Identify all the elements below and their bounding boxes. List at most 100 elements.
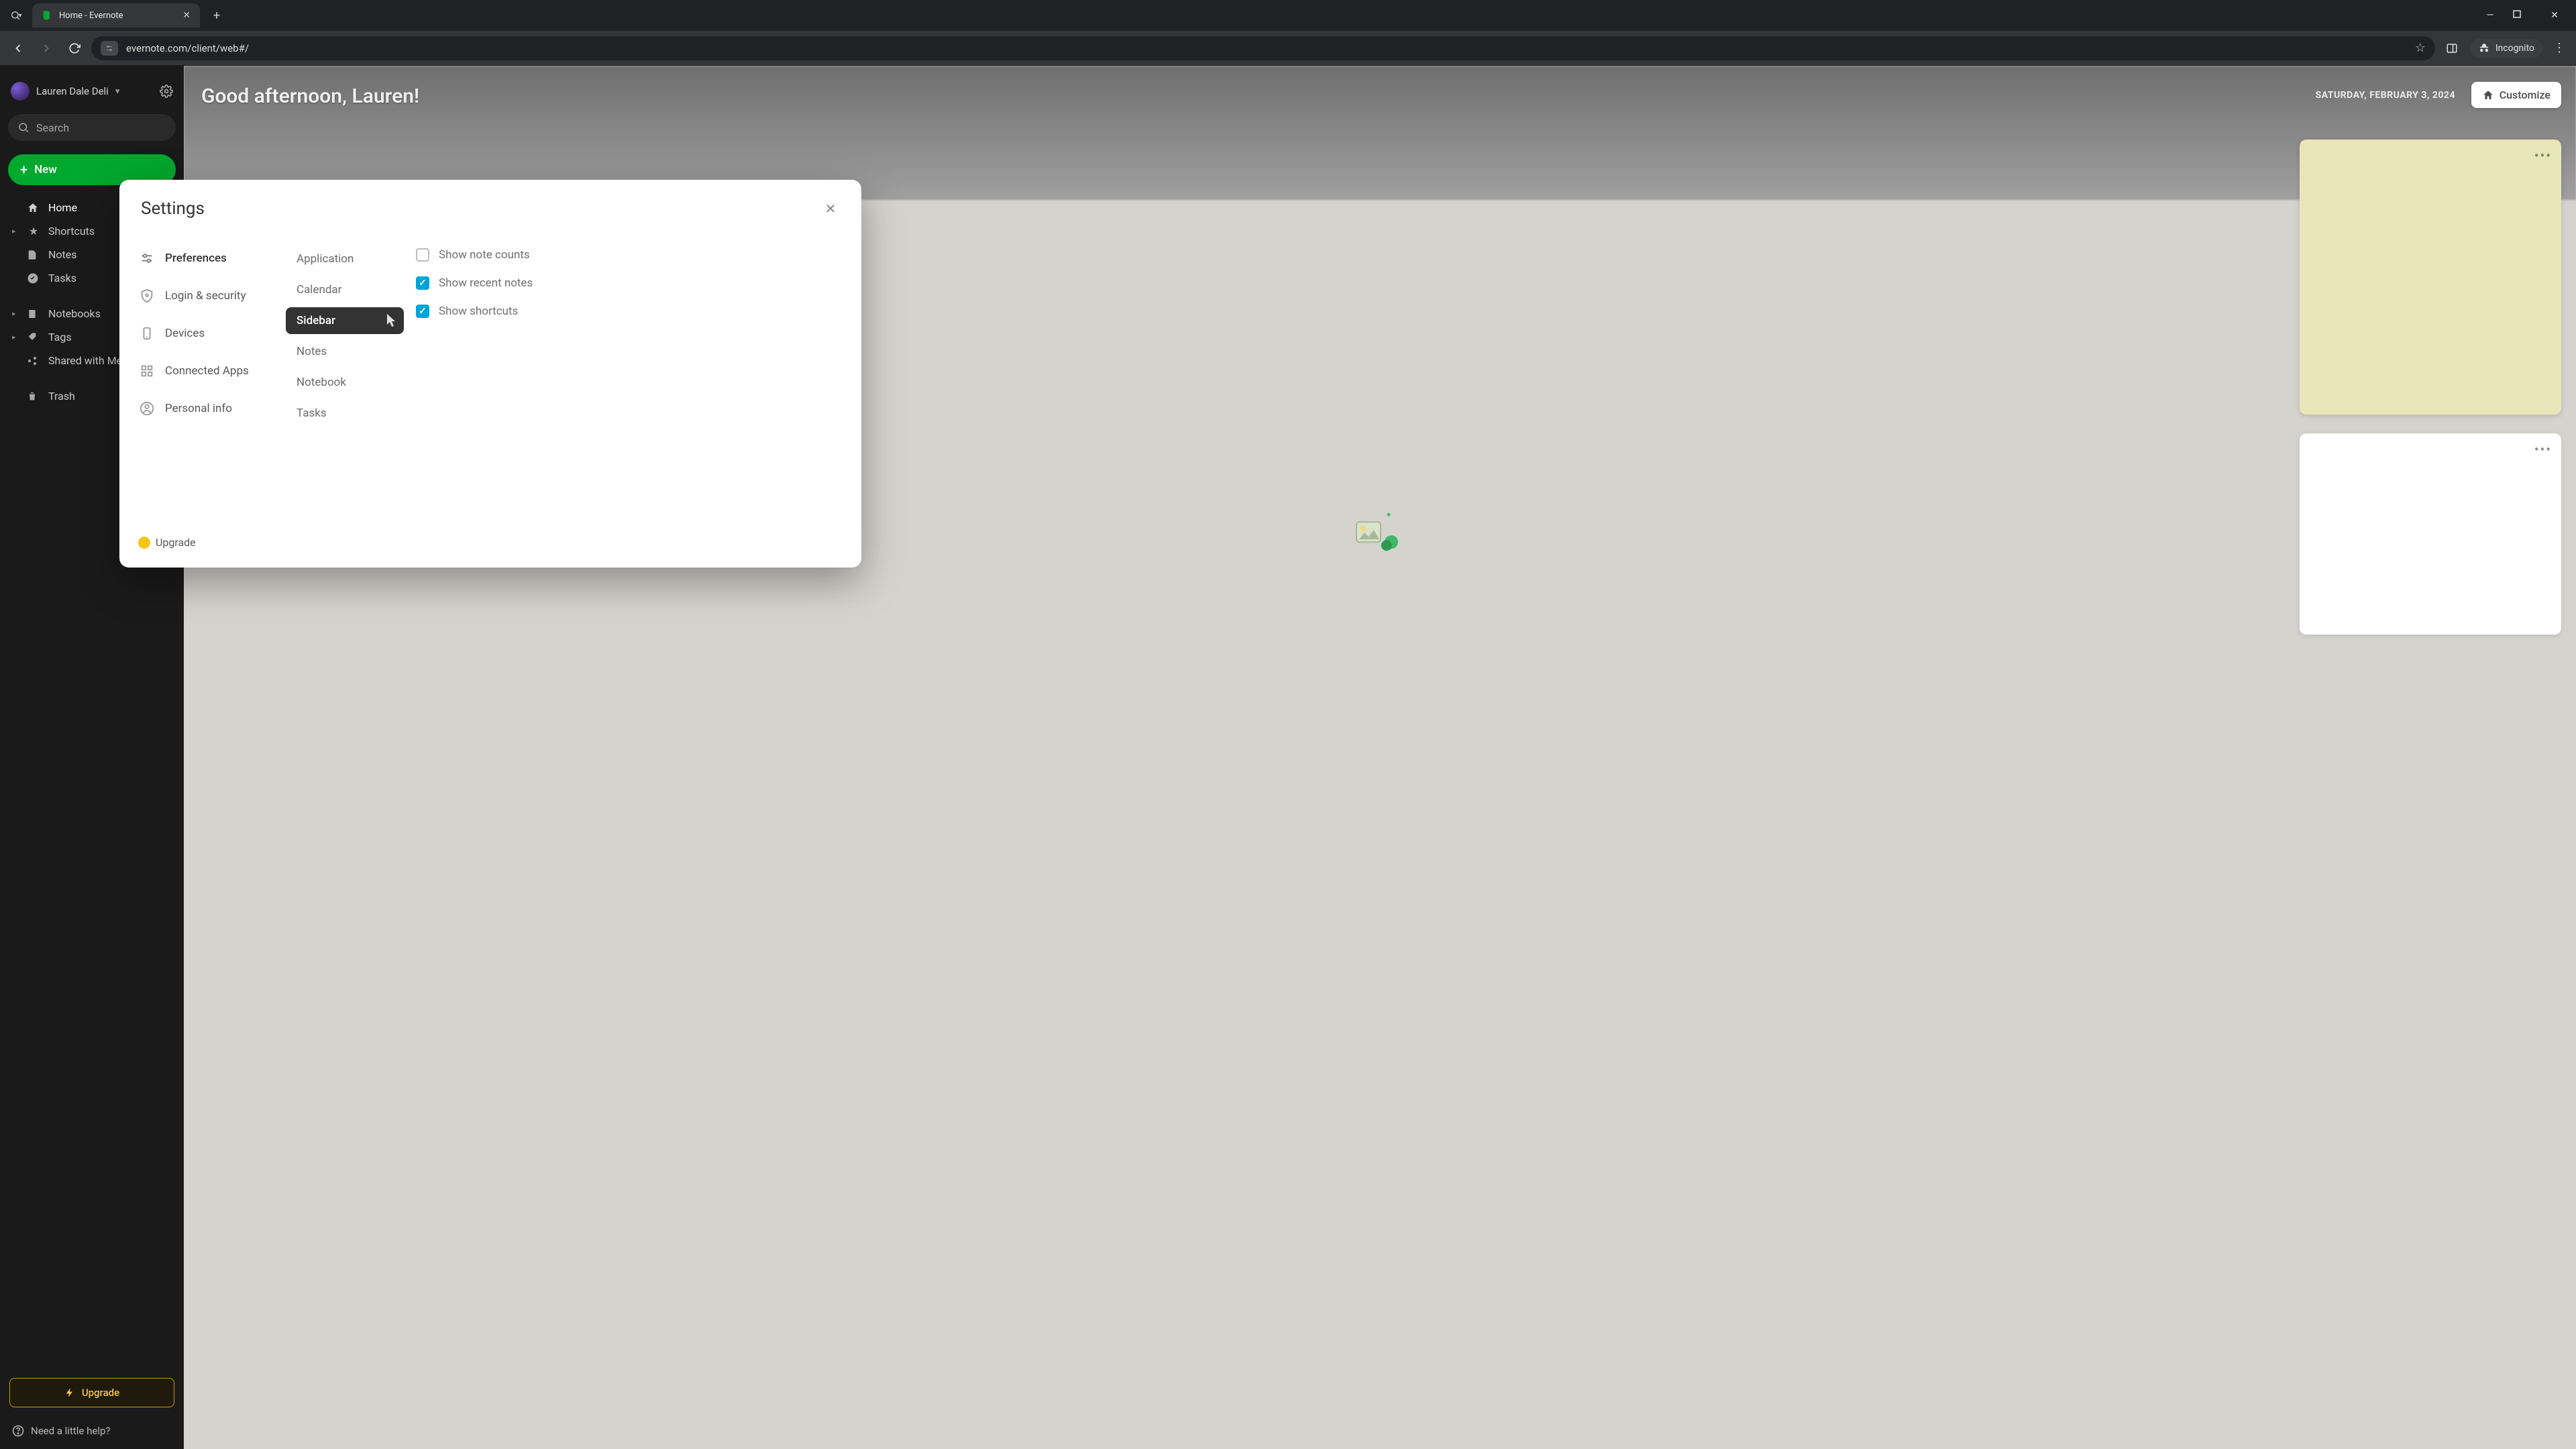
widget-card: ••• <box>2300 140 2561 415</box>
close-window-button[interactable]: ✕ <box>2545 10 2564 21</box>
card-more-icon[interactable]: ••• <box>2534 441 2552 458</box>
sidebar-item-label: Tags <box>48 331 72 343</box>
subitem-notebook[interactable]: Notebook <box>286 369 404 396</box>
subitem-notes[interactable]: Notes <box>286 338 404 365</box>
search-placeholder: Search <box>36 121 69 134</box>
browser-toolbar: evernote.com/client/web#/ ☆ Incognito ⋮ <box>0 31 2576 66</box>
customize-icon <box>2482 89 2494 101</box>
settings-dialog: Settings ✕ Preferences Login & security <box>119 180 861 568</box>
check-circle-icon <box>27 272 40 284</box>
forward-button[interactable] <box>35 37 58 60</box>
subitem-label: Application <box>297 252 354 266</box>
sidebar-item-label: Tasks <box>48 272 76 284</box>
close-icon[interactable]: ✕ <box>821 199 840 218</box>
settings-upgrade-link[interactable]: Upgrade <box>138 536 196 549</box>
cursor-icon <box>385 313 397 328</box>
sidebar-item-label: Shortcuts <box>48 225 95 237</box>
new-label: New <box>34 163 57 176</box>
shield-icon <box>140 288 154 303</box>
option-label: Show note counts <box>439 248 530 262</box>
reload-button[interactable] <box>63 37 86 60</box>
category-label: Connected Apps <box>165 364 249 378</box>
category-login-security[interactable]: Login & security <box>137 283 280 309</box>
chevron-down-icon: ▾ <box>115 87 120 97</box>
greeting-text: Good afternoon, Lauren! <box>201 85 419 108</box>
category-label: Devices <box>165 327 205 340</box>
help-link[interactable]: Need a little help? <box>0 1415 184 1449</box>
incognito-badge[interactable]: Incognito <box>2470 39 2542 58</box>
home-icon <box>27 202 40 214</box>
tag-icon <box>27 332 40 343</box>
upgrade-badge-icon <box>138 537 150 549</box>
option-label: Show shortcuts <box>439 305 518 318</box>
search-input[interactable]: Search <box>8 114 176 141</box>
gear-icon[interactable] <box>160 85 173 98</box>
user-menu[interactable]: Lauren Dale Deli ▾ <box>0 75 184 107</box>
username-label: Lauren Dale Deli <box>36 85 109 97</box>
subitem-tasks[interactable]: Tasks <box>286 400 404 427</box>
note-icon <box>27 250 40 260</box>
subitem-label: Notes <box>297 345 327 358</box>
device-icon <box>140 326 154 341</box>
settings-options: Show note counts Show recent notes Show … <box>409 246 844 554</box>
apps-icon <box>140 364 154 378</box>
subitem-label: Sidebar <box>297 314 335 327</box>
bookmark-star-icon[interactable]: ☆ <box>2415 41 2426 55</box>
checkbox[interactable] <box>416 305 429 318</box>
category-devices[interactable]: Devices <box>137 321 280 346</box>
back-button[interactable] <box>7 37 30 60</box>
subitem-label: Tasks <box>297 407 327 420</box>
category-label: Personal info <box>165 402 232 415</box>
address-bar[interactable]: evernote.com/client/web#/ ☆ <box>91 36 2435 60</box>
checkbox[interactable] <box>416 276 429 290</box>
incognito-icon <box>2478 42 2490 54</box>
subitem-calendar[interactable]: Calendar <box>286 276 404 303</box>
widget-card-2: ••• <box>2300 433 2561 635</box>
new-tab-button[interactable]: + <box>207 5 227 25</box>
plus-icon: + <box>20 162 28 178</box>
avatar <box>11 82 30 101</box>
settings-subitems: Application Calendar Sidebar Notes Noteb… <box>286 246 404 554</box>
incognito-label: Incognito <box>2496 43 2534 54</box>
option-label: Show recent notes <box>439 276 533 290</box>
card-more-icon[interactable]: ••• <box>2534 148 2552 164</box>
illustration <box>1350 508 1410 555</box>
category-preferences[interactable]: Preferences <box>137 246 280 271</box>
checkbox[interactable] <box>416 248 429 262</box>
category-connected-apps[interactable]: Connected Apps <box>137 358 280 384</box>
subitem-sidebar[interactable]: Sidebar <box>286 307 404 334</box>
settings-upgrade-label: Upgrade <box>156 536 196 549</box>
subitem-application[interactable]: Application <box>286 246 404 272</box>
book-icon <box>27 309 40 319</box>
side-panel-button[interactable] <box>2440 37 2463 60</box>
tab-title: Home - Evernote <box>59 11 176 21</box>
browser-titlebar: ▾ Home - Evernote ✕ + ― ✕ <box>0 0 2576 31</box>
category-personal-info[interactable]: Personal info <box>137 396 280 421</box>
browser-tab[interactable]: Home - Evernote ✕ <box>32 3 200 28</box>
help-icon <box>12 1425 24 1437</box>
tab-close-icon[interactable]: ✕ <box>182 10 191 21</box>
help-label: Need a little help? <box>31 1425 110 1437</box>
customize-label: Customize <box>2500 89 2551 101</box>
customize-button[interactable]: Customize <box>2471 82 2561 108</box>
site-info-icon[interactable] <box>101 41 118 56</box>
minimize-button[interactable]: ― <box>2481 10 2500 21</box>
subitem-label: Notebook <box>297 376 346 389</box>
settings-categories: Preferences Login & security Devices <box>137 246 280 554</box>
option-show-recent-notes[interactable]: Show recent notes <box>416 276 837 290</box>
dialog-title: Settings <box>141 199 205 219</box>
option-show-note-counts[interactable]: Show note counts <box>416 248 837 262</box>
upgrade-bolt-icon <box>64 1387 75 1398</box>
search-tabs-button[interactable]: ▾ <box>4 3 28 28</box>
browser-menu-button[interactable]: ⋮ <box>2549 41 2569 55</box>
category-label: Preferences <box>165 252 227 265</box>
sidebar-item-label: Shared with Me <box>48 354 122 367</box>
sidebar-item-label: Trash <box>48 390 75 402</box>
option-show-shortcuts[interactable]: Show shortcuts <box>416 305 837 318</box>
maximize-button[interactable] <box>2513 10 2532 21</box>
trash-icon <box>27 391 40 402</box>
upgrade-button[interactable]: Upgrade <box>9 1378 174 1407</box>
url-text: evernote.com/client/web#/ <box>126 42 249 54</box>
date-text: SATURDAY, FEBRUARY 3, 2024 <box>2316 90 2455 101</box>
sliders-icon <box>140 251 154 266</box>
